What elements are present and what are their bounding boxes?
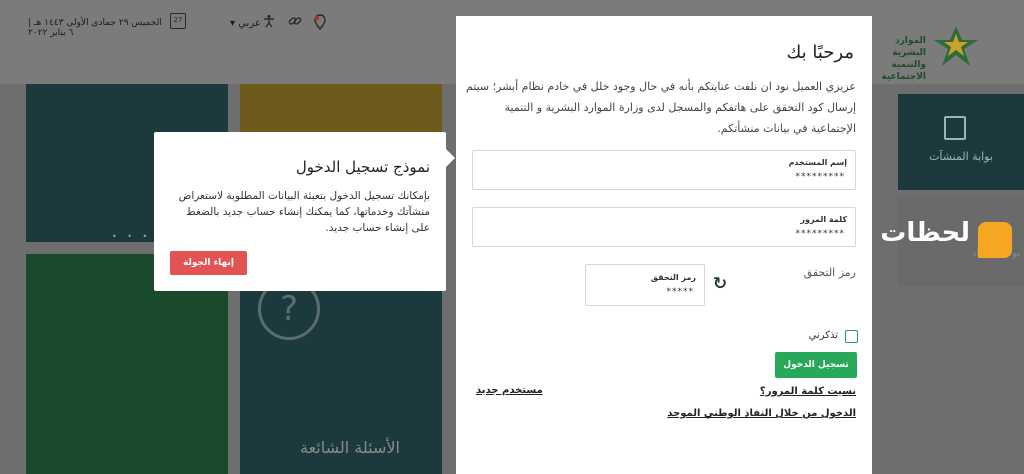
- captcha-value: *****: [666, 287, 694, 297]
- tour-title: نموذج تسجيل الدخول: [295, 158, 430, 176]
- tour-popover: نموذج تسجيل الدخول بإمكانك تسجيل الدخول …: [154, 132, 446, 291]
- establishments-portal-label: بوابة المنشآت: [929, 150, 993, 163]
- refresh-icon[interactable]: ↻: [710, 274, 730, 294]
- popover-arrow: [446, 149, 455, 167]
- username-label: إسم المستخدم: [788, 158, 847, 167]
- login-modal: مرحبًا بك عزيزي العميل نود ان نلفت عنايت…: [456, 16, 872, 474]
- remember-checkbox[interactable]: [845, 330, 858, 343]
- modal-description: عزيزي العميل نود ان نلفت عنايتكم بأنه في…: [465, 80, 856, 135]
- end-tour-button[interactable]: إنهاء الجولة: [170, 251, 247, 275]
- language-caret-icon: ▾: [230, 18, 236, 29]
- password-label: كلمة المرور: [800, 215, 847, 224]
- password-field[interactable]: كلمة المرور *********: [472, 207, 856, 247]
- faq-label: الأسئلة الشائعة: [300, 438, 400, 457]
- link-icon[interactable]: [288, 14, 302, 32]
- username-value: *********: [795, 172, 845, 182]
- nafath-login-link[interactable]: الدخول من خلال النفاذ الوطني الموحد: [667, 408, 856, 419]
- establishments-portal-tile: [898, 94, 1024, 190]
- forgot-password-link[interactable]: نسيت كلمة المرور؟: [760, 386, 856, 397]
- new-user-link[interactable]: مستخدم جديد: [476, 385, 543, 396]
- accessibility-icon[interactable]: [262, 14, 276, 32]
- tour-body: بإمكانك تسجيل الدخول بتعبئة البيانات الم…: [178, 190, 430, 234]
- location-icon[interactable]: [313, 14, 327, 34]
- building-icon: [944, 116, 966, 140]
- language-label: عربي: [238, 18, 261, 29]
- ministry-logo-text: الموارد البشرية والتنمية الاجتماعية: [881, 36, 926, 82]
- language-selector[interactable]: ▾ عربي: [230, 18, 261, 29]
- calendar-icon[interactable]: 27: [170, 13, 186, 29]
- ministry-logo-icon: [928, 22, 984, 70]
- remember-me[interactable]: تذكرني: [796, 329, 858, 345]
- password-value: *********: [795, 229, 845, 239]
- tile-pagination-dots: • • •: [112, 232, 152, 241]
- remember-label: تذكرني: [808, 330, 838, 341]
- captcha-image: رمز التحقق: [803, 266, 856, 279]
- username-field[interactable]: إسم المستخدم *********: [472, 150, 856, 190]
- captcha-label: رمز التحقق: [650, 273, 696, 282]
- watermark-text: لحظات نيوز: [819, 218, 970, 248]
- modal-title: مرحبًا بك: [786, 42, 854, 63]
- date-text: الخميس ٢٩ جمادى الأولى ١٤٤٣ هـ | ٦ يناير…: [28, 18, 162, 38]
- login-button[interactable]: تسجيل الدخول: [775, 352, 857, 378]
- captcha-field[interactable]: رمز التحقق *****: [585, 264, 705, 306]
- watermark-logo: [978, 222, 1012, 258]
